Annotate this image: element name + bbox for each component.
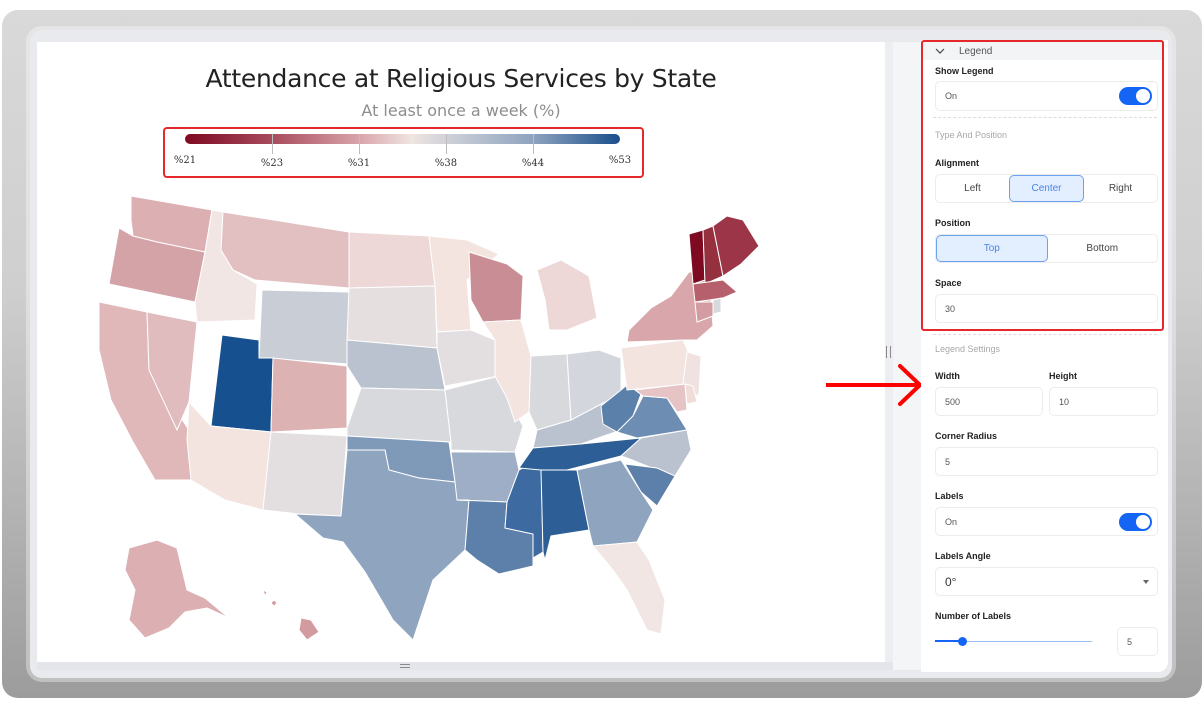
labels-angle-select[interactable]: 0° (935, 567, 1158, 596)
space-label: Space (935, 278, 962, 288)
chart-title: Attendance at Religious Services by Stat… (205, 64, 717, 93)
show-legend-value: On (945, 91, 958, 101)
height-label: Height (1049, 371, 1077, 381)
separator (933, 334, 1157, 335)
annotation-arrow-icon (826, 364, 923, 406)
alignment-left-button[interactable]: Left (936, 175, 1009, 202)
number-of-labels-label: Number of Labels (935, 611, 1012, 621)
alignment-label: Alignment (935, 158, 979, 168)
chevron-down-icon (935, 48, 945, 54)
state-hi[interactable] (262, 589, 320, 641)
position-segmented-control: Top Bottom (935, 234, 1158, 263)
legend-settings-heading: Legend Settings (935, 344, 1001, 354)
height-value: 10 (1059, 396, 1070, 407)
space-input[interactable]: 30 (935, 294, 1158, 323)
state-ak[interactable] (124, 539, 230, 639)
state-mi[interactable] (536, 259, 598, 331)
number-of-labels-value: 5 (1127, 636, 1133, 647)
caret-down-icon (1143, 579, 1149, 584)
chart-subtitle: At least once a week (%) (361, 101, 561, 120)
state-nm[interactable] (262, 431, 348, 517)
us-choropleth-map (98, 195, 760, 641)
legend-tick-label: %38 (434, 158, 458, 169)
position-top-button[interactable]: Top (936, 235, 1048, 262)
legend-tick-label: %31 (347, 158, 371, 169)
legend-tick (272, 134, 273, 154)
labels-value: On (945, 516, 958, 527)
state-wy[interactable] (258, 289, 350, 365)
state-ia[interactable] (436, 329, 500, 387)
show-legend-label: Show Legend (935, 66, 994, 76)
space-value: 30 (945, 303, 956, 314)
legend-gradient-bar (185, 134, 620, 144)
alignment-right-button[interactable]: Right (1084, 175, 1157, 202)
labels-toggle[interactable] (1119, 513, 1152, 531)
width-value: 500 (945, 396, 961, 407)
labels-angle-label: Labels Angle (935, 551, 991, 561)
state-co[interactable] (270, 357, 348, 433)
state-ar[interactable] (450, 451, 520, 503)
labels-angle-value: 0° (945, 574, 957, 589)
state-ks[interactable] (346, 387, 452, 443)
panel-gutter (893, 42, 921, 670)
legend-tick (359, 134, 360, 154)
legend-tick-label: %23 (260, 158, 284, 169)
state-sd[interactable] (346, 285, 438, 349)
state-fl[interactable] (592, 541, 666, 635)
corner-radius-value: 5 (945, 456, 951, 467)
state-in[interactable] (528, 353, 572, 431)
state-wi[interactable] (468, 251, 524, 323)
height-input[interactable]: 10 (1049, 387, 1158, 416)
number-of-labels-input[interactable]: 5 (1117, 627, 1158, 656)
corner-radius-label: Corner Radius (935, 431, 998, 441)
legend-tick (533, 134, 534, 154)
legend-tick-label: %21 (173, 155, 197, 166)
vertical-resize-handle[interactable] (886, 346, 891, 358)
labels-label: Labels (935, 491, 964, 501)
corner-radius-input[interactable]: 5 (935, 447, 1158, 476)
state-nd[interactable] (348, 231, 436, 289)
alignment-segmented-control: Left Center Right (935, 174, 1158, 203)
state-ri[interactable] (712, 297, 722, 315)
alignment-center-button[interactable]: Center (1009, 175, 1084, 202)
position-bottom-button[interactable]: Bottom (1048, 235, 1158, 262)
legend-tick-label: %44 (521, 158, 545, 169)
legend-section-header[interactable]: Legend (923, 42, 1162, 60)
legend-tick-label: %53 (608, 155, 632, 166)
width-input[interactable]: 500 (935, 387, 1043, 416)
position-label: Position (935, 218, 971, 228)
state-ne[interactable] (346, 339, 446, 391)
separator (933, 117, 1157, 118)
legend-section-title: Legend (959, 45, 993, 57)
chart-bottom-divider[interactable] (37, 662, 893, 670)
horizontal-resize-handle[interactable] (400, 664, 410, 668)
legend-tick (446, 134, 447, 154)
width-label: Width (935, 371, 960, 381)
type-position-heading: Type And Position (935, 130, 1008, 140)
state-pa[interactable] (620, 339, 692, 391)
number-of-labels-slider-thumb[interactable] (957, 637, 967, 646)
state-ma[interactable] (692, 279, 738, 303)
show-legend-toggle[interactable] (1119, 87, 1152, 105)
